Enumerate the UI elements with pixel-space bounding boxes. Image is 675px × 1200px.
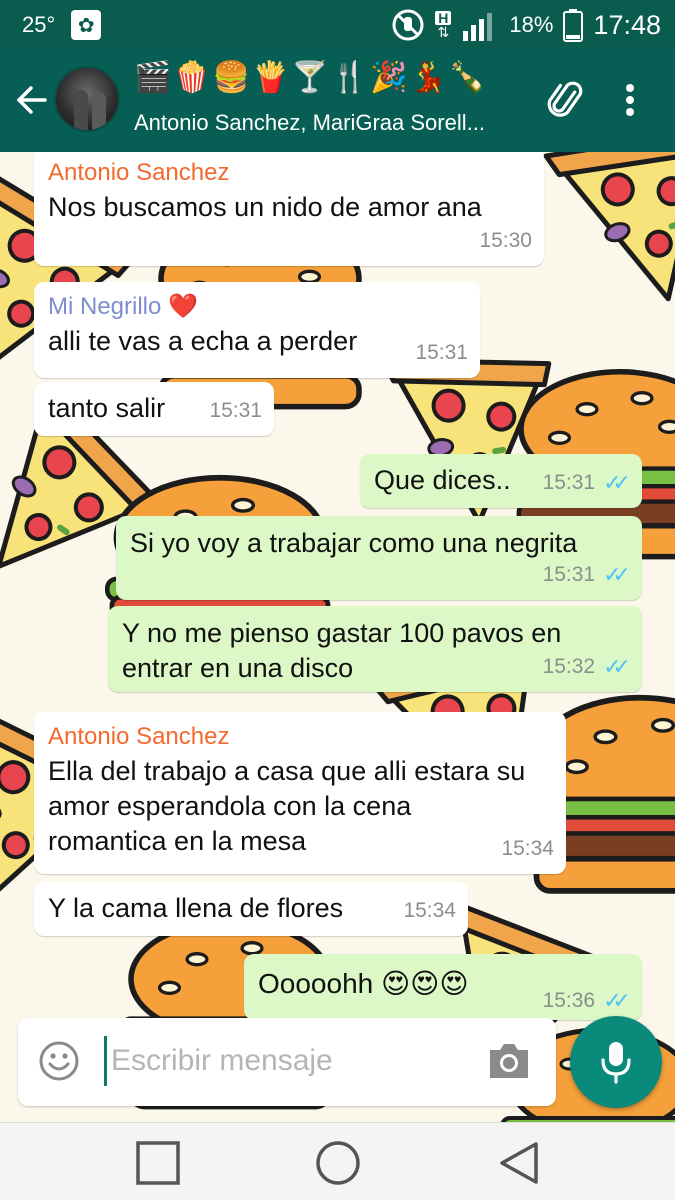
message-text: Nos buscamos un nido de amor ana xyxy=(48,192,482,222)
camera-button[interactable] xyxy=(486,1040,532,1082)
message-bubble-outgoing[interactable]: Que dices.. 15:31 ✓✓ xyxy=(360,454,642,508)
triangle-back-icon xyxy=(500,1142,538,1184)
read-receipt-icon: ✓✓ xyxy=(603,988,631,1013)
message-time: 15:31 xyxy=(542,471,596,494)
system-navigation-bar xyxy=(0,1122,675,1200)
clock: 17:48 xyxy=(593,9,661,40)
voice-message-button[interactable] xyxy=(570,1016,662,1108)
group-title[interactable]: 🎬🍿🍔🍟🍸🍴🎉💃🍾 xyxy=(134,60,488,95)
square-icon xyxy=(136,1141,180,1185)
network-type-icon: H ⇅ xyxy=(435,11,452,39)
message-bubble-incoming[interactable]: Antonio Sanchez Nos buscamos un nido de … xyxy=(34,152,544,266)
message-text: Y la cama llena de flores xyxy=(48,893,344,923)
message-time: 15:34 xyxy=(501,837,554,860)
gallery-notification-icon: ✿ xyxy=(71,10,102,40)
sender-name[interactable]: Antonio Sanchez xyxy=(48,158,530,188)
read-receipt-icon: ✓✓ xyxy=(603,562,631,587)
group-members-subtitle[interactable]: Antonio Sanchez, MariGraa Sorell... xyxy=(134,110,524,136)
camera-icon xyxy=(490,1044,528,1078)
recent-apps-button[interactable] xyxy=(132,1137,184,1189)
back-button[interactable] xyxy=(10,78,54,122)
emoji-button[interactable] xyxy=(38,1040,80,1082)
mute-icon xyxy=(392,9,424,41)
message-input[interactable] xyxy=(104,1036,474,1086)
paperclip-icon xyxy=(547,81,583,117)
message-time: 15:32 xyxy=(542,655,596,678)
message-text: Ella del trabajo a casa que alli estara … xyxy=(48,756,526,856)
message-bubble-incoming[interactable]: Mi Negrillo ❤️ alli te vas a echa a perd… xyxy=(34,282,480,378)
read-receipt-icon: ✓✓ xyxy=(603,470,631,495)
circle-icon xyxy=(316,1141,360,1185)
message-bubble-outgoing[interactable]: Si yo voy a trabajar como una negrita 15… xyxy=(116,516,642,600)
back-arrow-icon xyxy=(17,86,47,114)
more-options-button[interactable] xyxy=(610,74,650,126)
signal-icon xyxy=(463,13,493,41)
temperature-readout: 25° xyxy=(22,12,56,37)
message-text: Si yo voy a trabajar como una negrita xyxy=(130,528,578,558)
home-button[interactable] xyxy=(312,1137,364,1189)
smiley-icon xyxy=(39,1041,79,1081)
message-bubble-incoming[interactable]: Antonio Sanchez Ella del trabajo a casa … xyxy=(34,712,566,874)
group-avatar[interactable] xyxy=(54,66,120,132)
message-list[interactable]: Antonio Sanchez Nos buscamos un nido de … xyxy=(0,152,675,1122)
message-bubble-incoming[interactable]: tanto salir 15:31 xyxy=(34,382,274,436)
message-bubble-incoming[interactable]: Y la cama llena de flores 15:34 xyxy=(34,882,468,936)
battery-percent: 18% xyxy=(509,12,554,37)
message-time: 15:36 xyxy=(542,989,596,1012)
microphone-icon xyxy=(601,1042,631,1084)
more-vert-icon xyxy=(626,84,634,116)
sender-name[interactable]: Mi Negrillo ❤️ xyxy=(48,292,466,322)
chat-header: 🎬🍿🍔🍟🍸🍴🎉💃🍾 Antonio Sanchez, MariGraa Sore… xyxy=(0,48,675,152)
message-time: 15:30 xyxy=(479,229,532,252)
sender-name[interactable]: Antonio Sanchez xyxy=(48,722,552,752)
message-composer xyxy=(18,1018,556,1106)
message-time: 15:31 xyxy=(415,341,468,364)
status-bar: 25° ✿ H ⇅ 18% 17:48 xyxy=(0,0,675,48)
message-text: alli te vas a echa a perder xyxy=(48,326,358,356)
message-time: 15:34 xyxy=(403,899,456,922)
attach-button[interactable] xyxy=(538,74,590,126)
message-bubble-outgoing[interactable]: Y no me pienso gastar 100 pavos en entra… xyxy=(108,606,642,692)
read-receipt-icon: ✓✓ xyxy=(603,654,631,679)
back-nav-button[interactable] xyxy=(492,1137,544,1189)
message-time: 15:31 xyxy=(542,563,596,586)
battery-icon xyxy=(563,9,584,42)
message-time: 15:31 xyxy=(209,399,262,422)
message-bubble-outgoing[interactable]: Ooooohh 😍😍😍 15:36 ✓✓ xyxy=(244,954,642,1020)
